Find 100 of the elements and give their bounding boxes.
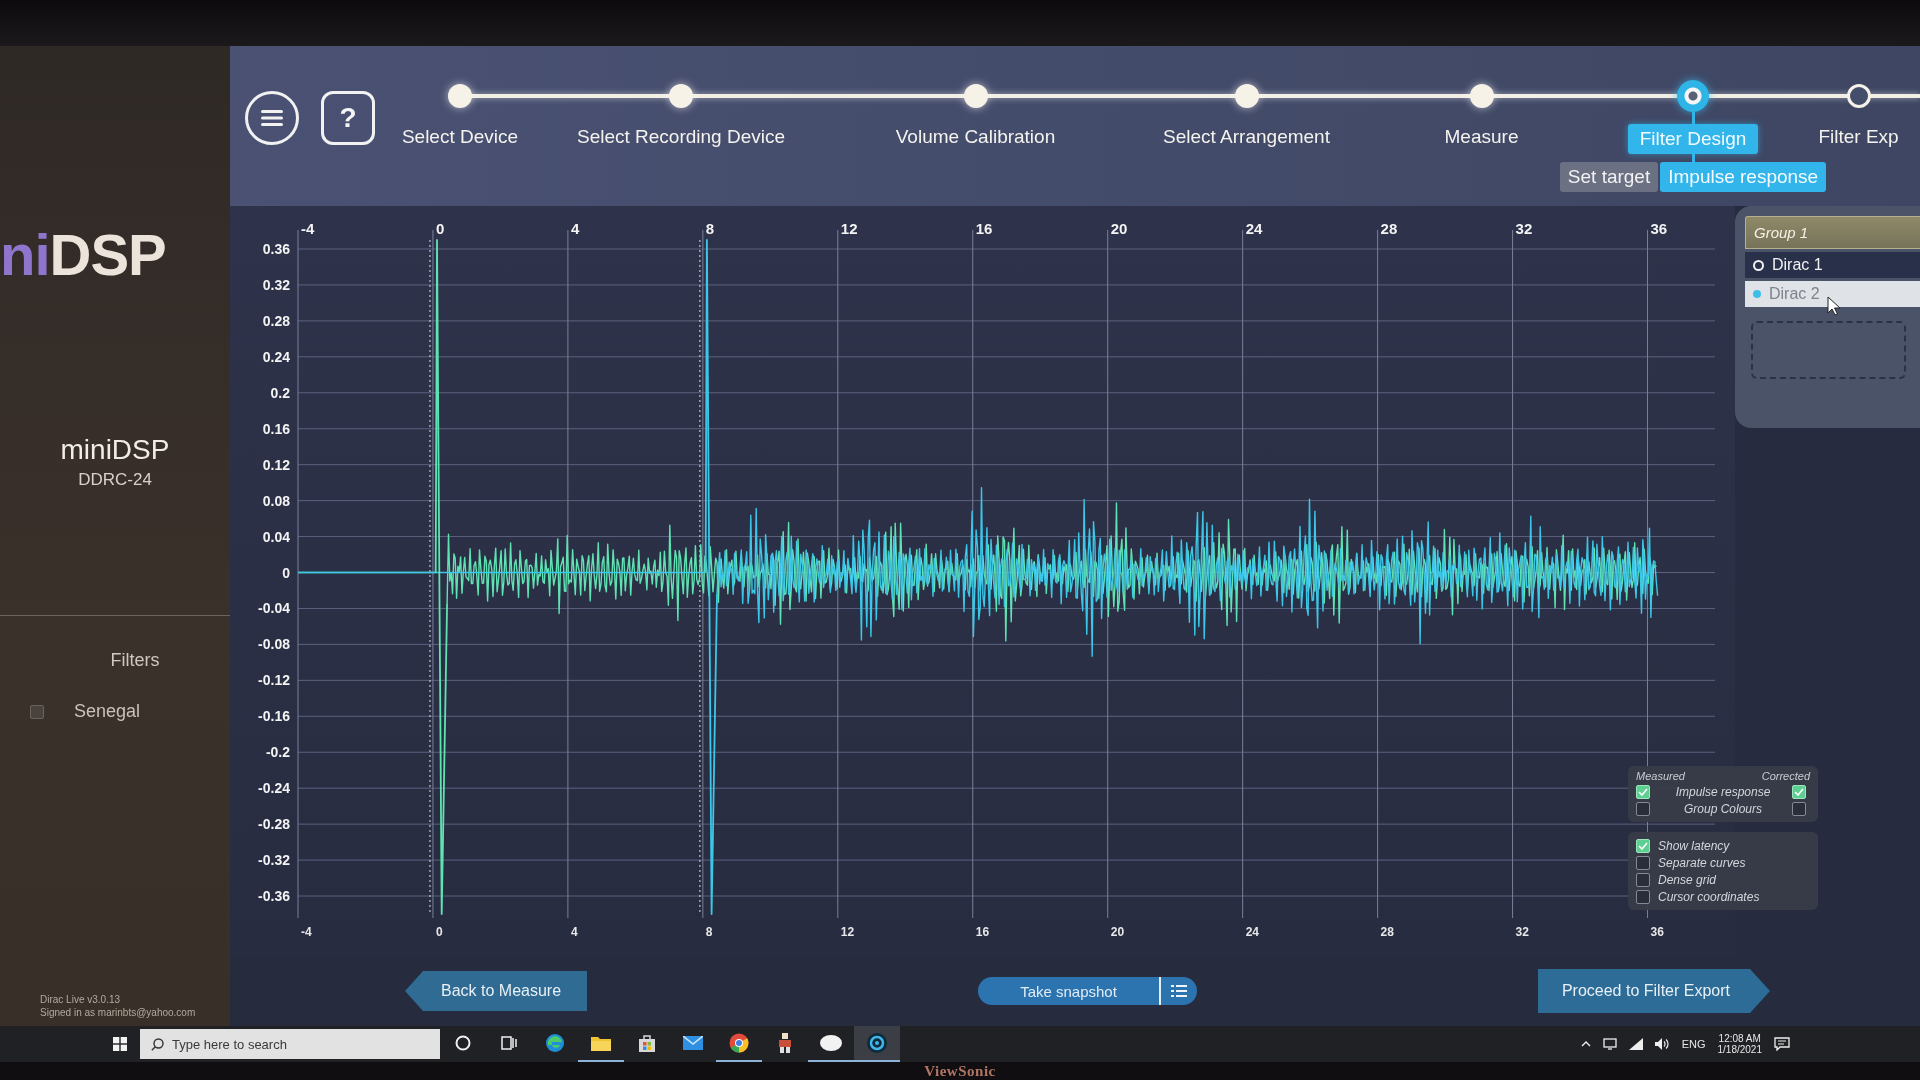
speech-bubble-icon xyxy=(820,1035,842,1051)
step-node[interactable] xyxy=(1677,80,1709,112)
mouse-cursor-icon xyxy=(1827,296,1841,316)
y-tick-label: -0.36 xyxy=(258,888,290,905)
channel-item[interactable]: Dirac 1 xyxy=(1745,252,1920,278)
step-label[interactable]: Measure xyxy=(1444,126,1519,148)
ring-icon xyxy=(1753,259,1764,271)
footer-text: Dirac Live v3.0.13 xyxy=(40,994,122,1005)
x-tick-label: -4 xyxy=(301,220,315,237)
task-view-icon xyxy=(501,1036,517,1050)
y-tick-label: 0.36 xyxy=(262,241,290,257)
x-tick-label: 0 xyxy=(435,220,445,237)
group-header[interactable]: Group 1 xyxy=(1745,216,1920,249)
step-label[interactable]: Select Recording Device xyxy=(576,126,785,148)
step-label[interactable]: Volume Calibration xyxy=(895,126,1056,148)
option-label: Separate curves xyxy=(1658,856,1747,870)
menu-button[interactable] xyxy=(245,91,299,145)
section-heading: Filters xyxy=(109,650,160,671)
brand-logo: ViewSonic xyxy=(924,1062,996,1080)
checkbox[interactable] xyxy=(1636,856,1650,870)
checkmark-icon xyxy=(1794,788,1804,796)
checkbox[interactable] xyxy=(1792,802,1806,816)
x-tick-label: -4 xyxy=(301,925,312,939)
brand-logo: niDSP xyxy=(0,226,166,284)
x-tick-label: 4 xyxy=(570,925,578,939)
checkbox[interactable] xyxy=(1636,873,1650,887)
y-tick-label: 0.24 xyxy=(262,348,290,365)
y-tick-label: -0.28 xyxy=(258,816,290,833)
envelope-icon xyxy=(683,1036,703,1050)
notification-icon[interactable] xyxy=(1774,1037,1790,1051)
y-tick-label: 0.16 xyxy=(262,420,290,437)
x-tick-label: 8 xyxy=(705,925,713,939)
x-tick-label: 24 xyxy=(1245,220,1263,237)
option-label: Group Colours xyxy=(1682,802,1763,816)
x-tick-label: 28 xyxy=(1380,925,1394,939)
snapshot-button[interactable]: Take snapshot xyxy=(978,977,1159,1005)
checkbox[interactable] xyxy=(30,704,44,719)
list-icon xyxy=(1170,985,1187,997)
circle-icon xyxy=(455,1035,471,1051)
column-header: Corrected xyxy=(1761,770,1810,782)
y-tick-label: 0.04 xyxy=(262,528,290,545)
y-tick-label: -0.08 xyxy=(258,636,290,653)
x-tick-label: 36 xyxy=(1650,220,1668,237)
y-tick-label: 0.2 xyxy=(270,384,290,401)
step-connector xyxy=(1691,154,1695,162)
y-tick-label: 0.32 xyxy=(262,276,290,293)
x-tick-label: 4 xyxy=(570,220,580,237)
step-node[interactable] xyxy=(1469,84,1494,108)
taskbar-app[interactable] xyxy=(854,1026,900,1062)
y-tick-label: -0.12 xyxy=(258,672,290,689)
proceed-button[interactable]: Proceed to Filter Export xyxy=(1537,969,1770,1013)
display-icon xyxy=(1602,1038,1617,1050)
shopping-bag-icon xyxy=(638,1034,656,1052)
footer-text: Signed in as marinbts@yahoo.com xyxy=(40,1007,196,1018)
checkbox[interactable] xyxy=(1636,890,1650,904)
x-tick-label: 28 xyxy=(1380,220,1398,237)
checkbox[interactable] xyxy=(1636,802,1650,816)
figure-icon xyxy=(776,1033,794,1053)
dot-icon xyxy=(1753,290,1761,298)
option-label: Impulse response xyxy=(1674,785,1772,799)
x-tick-label: 16 xyxy=(975,220,993,237)
search-icon xyxy=(151,1038,164,1051)
subtab[interactable]: Set target xyxy=(1559,162,1659,192)
network-icon xyxy=(1628,1038,1643,1050)
x-tick-label: 20 xyxy=(1110,925,1125,939)
y-tick-label: -0.32 xyxy=(258,852,290,869)
device-model: DDRC-24 xyxy=(78,470,152,490)
help-button[interactable]: ? xyxy=(321,91,375,145)
step-label[interactable]: Select Arrangement xyxy=(1163,126,1330,148)
x-tick-label: 12 xyxy=(840,220,858,237)
x-tick-label: 20 xyxy=(1110,220,1128,237)
snapshot-list-button[interactable] xyxy=(1158,977,1197,1005)
clock-time: 12:08 AM xyxy=(1718,1032,1761,1044)
step-node[interactable] xyxy=(963,84,988,108)
folder-icon xyxy=(591,1035,611,1051)
step-label[interactable]: Select Device xyxy=(401,126,519,148)
step-node[interactable] xyxy=(1846,84,1871,108)
clock-date: 1/18/2021 xyxy=(1717,1044,1762,1056)
chevron-up-icon xyxy=(1580,1041,1591,1047)
x-tick-label: 0 xyxy=(435,925,443,939)
step-node[interactable] xyxy=(669,84,693,108)
x-tick-label: 8 xyxy=(705,220,715,237)
step-label[interactable]: Filter Exp xyxy=(1818,126,1899,148)
option-label: Show latency xyxy=(1658,839,1731,853)
x-tick-label: 32 xyxy=(1515,925,1529,939)
x-tick-label: 24 xyxy=(1245,925,1260,939)
option-label: Cursor coordinates xyxy=(1658,890,1761,904)
device-name: miniDSP xyxy=(60,434,170,466)
back-button[interactable]: Back to Measure xyxy=(405,971,588,1011)
language-indicator[interactable]: ENG xyxy=(1681,1038,1706,1050)
speaker-icon xyxy=(1654,1038,1670,1050)
y-tick-label: -0.2 xyxy=(265,744,290,761)
x-tick-label: 36 xyxy=(1650,925,1664,939)
step-node[interactable] xyxy=(1234,84,1259,108)
y-tick-label: -0.16 xyxy=(258,708,290,725)
search-field[interactable]: Type here to search xyxy=(140,1029,440,1059)
y-tick-label: 0.28 xyxy=(262,312,290,329)
browser-icon xyxy=(545,1033,565,1053)
step-node[interactable] xyxy=(448,84,472,108)
checkmark-icon xyxy=(1638,842,1648,850)
